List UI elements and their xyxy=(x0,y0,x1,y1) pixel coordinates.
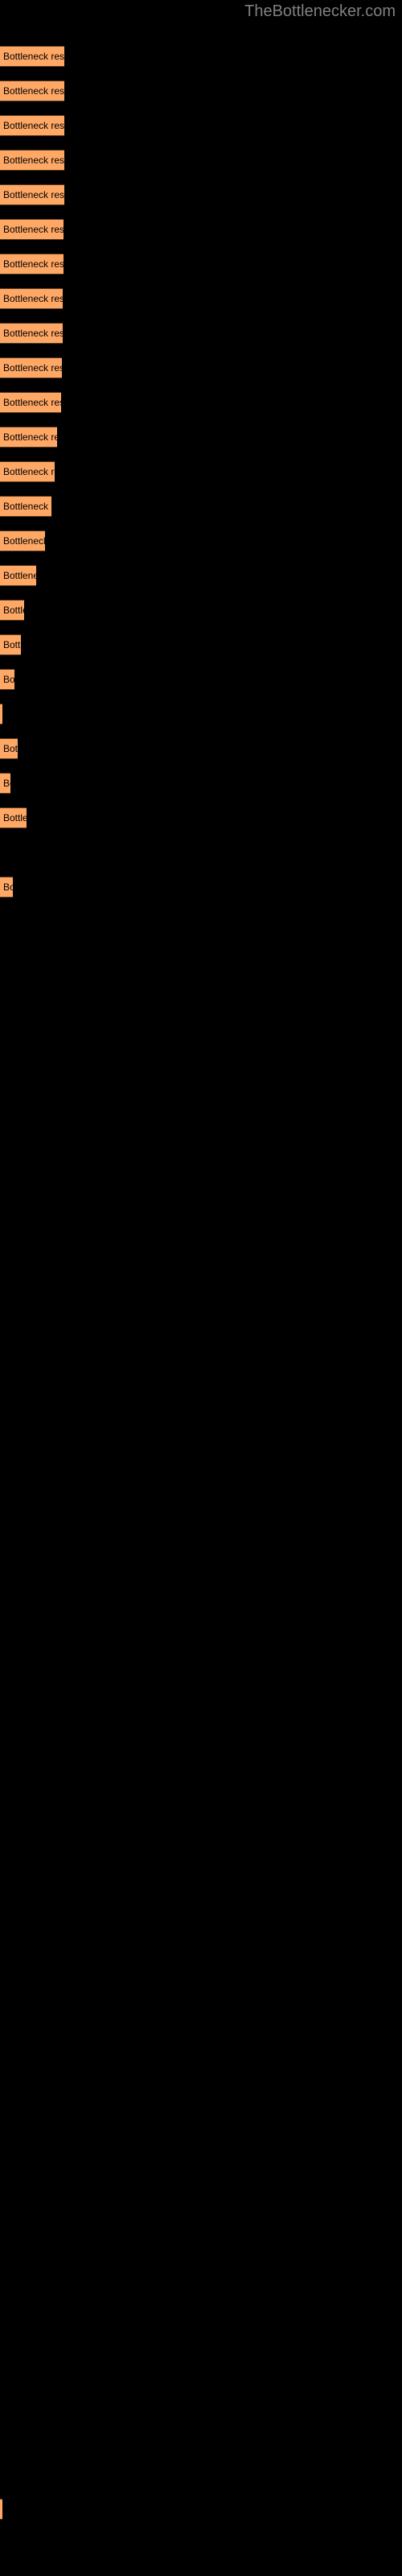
bottleneck-result-bar[interactable]: Bottleneck result xyxy=(0,150,64,171)
bottleneck-result-bar[interactable]: Bottleneck result xyxy=(0,704,2,724)
bar-label: Bottleneck result xyxy=(3,120,64,131)
bar-label: Bottleneck result xyxy=(3,535,45,547)
bottleneck-result-bar[interactable]: Bottleneck result xyxy=(0,496,51,517)
bottleneck-result-bar[interactable]: Bottleneck result xyxy=(0,323,63,344)
bottleneck-result-bar[interactable]: Bottleneck result xyxy=(0,80,64,101)
bar-label: Bottleneck result xyxy=(3,258,64,270)
bottleneck-result-bar[interactable]: Bottleneck result xyxy=(0,877,13,898)
bottleneck-result-bar[interactable]: Bottleneck result xyxy=(0,807,27,828)
bar-label: Bottleneck result xyxy=(3,155,64,166)
bottleneck-result-bar[interactable]: Bottleneck result xyxy=(0,46,64,67)
bar-label: Bottleneck result xyxy=(3,328,63,339)
bar-label: Bottleneck result xyxy=(3,397,61,408)
bottleneck-result-bar[interactable]: Bottleneck result xyxy=(0,427,57,448)
bar-label: Bottleneck result xyxy=(3,570,36,581)
bottleneck-result-bar[interactable]: Bottleneck result xyxy=(0,634,21,655)
bar-label: Bottleneck result xyxy=(3,189,64,200)
bottleneck-result-bar[interactable]: Bottleneck result xyxy=(0,184,64,205)
bar-label: Bottleneck result xyxy=(3,501,51,512)
bar-label: Bottleneck result xyxy=(3,51,64,62)
bottleneck-result-bar[interactable]: Bottleneck result xyxy=(0,461,55,482)
bottleneck-result-bar[interactable]: Bottleneck result xyxy=(0,565,36,586)
bottleneck-result-bar[interactable]: Bottleneck result xyxy=(0,669,14,690)
bar-label: Bottleneck result xyxy=(3,674,14,685)
bar-label: Bottleneck result xyxy=(3,362,62,374)
bar-label: Bottleneck result xyxy=(3,431,57,443)
bottleneck-result-bar[interactable]: Bottleneck result xyxy=(0,738,18,759)
bottleneck-result-bar[interactable]: Bottleneck result xyxy=(0,600,24,621)
bottleneck-result-bar[interactable]: Bottleneck result xyxy=(0,254,64,275)
bottleneck-result-bar[interactable]: Bottleneck result xyxy=(0,2499,2,2520)
bottleneck-result-bar[interactable]: Bottleneck result xyxy=(0,530,45,551)
bottleneck-result-bar[interactable]: Bottleneck result xyxy=(0,392,61,413)
bottleneck-result-bar[interactable]: Bottleneck result xyxy=(0,219,64,240)
bottleneck-result-bar[interactable]: Bottleneck result xyxy=(0,773,10,794)
bottleneck-bar-chart: Bottleneck result Bottleneck result Bottle… xyxy=(0,0,402,2576)
bar-label: Bottleneck result xyxy=(3,743,18,754)
bottleneck-result-bar[interactable]: Bottleneck result xyxy=(0,288,63,309)
bar-label: Bottleneck result xyxy=(3,293,63,304)
bar-label: Bottleneck result xyxy=(3,812,27,824)
bar-label: Bottleneck result xyxy=(3,466,55,477)
bottleneck-result-bar[interactable]: Bottleneck result xyxy=(0,115,64,136)
bar-label: Bottleneck result xyxy=(3,639,21,650)
bar-label: Bottleneck result xyxy=(3,881,13,893)
bar-label: Bottleneck result xyxy=(3,85,64,97)
bottleneck-result-bar[interactable]: Bottleneck result xyxy=(0,357,62,378)
bar-label: Bottleneck result xyxy=(3,224,64,235)
bar-label: Bottleneck result xyxy=(3,605,24,616)
bar-label: Bottleneck result xyxy=(3,778,10,789)
